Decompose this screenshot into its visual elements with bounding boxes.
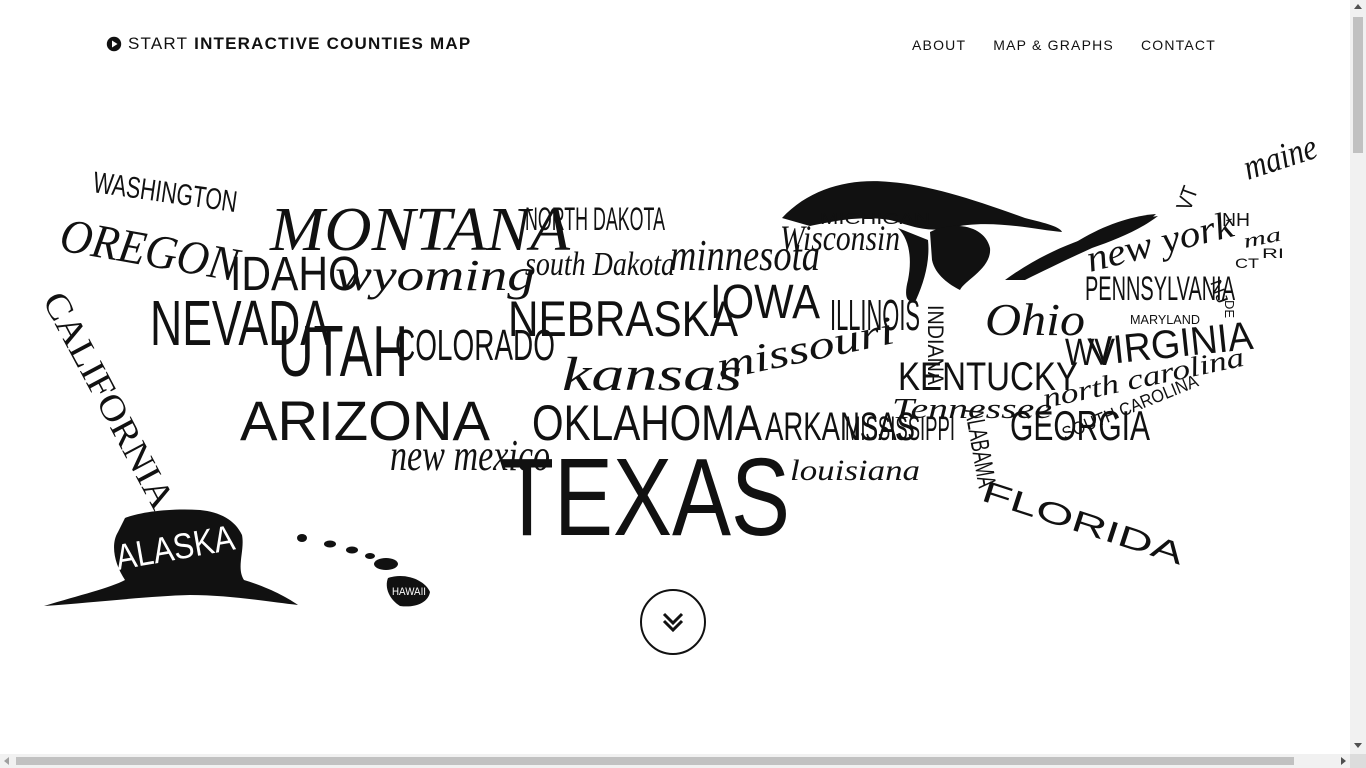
state-illinois: ILLINOIS [830,291,920,340]
state-iowa: IOWA [710,276,820,329]
brand-start-text: START [128,34,189,53]
hand-lettered-us-map: WASHINGTON OREGON CALIFORNIA IDAHO MONTA… [35,140,1322,607]
state-connecticut: CT [1235,255,1260,271]
vertical-scroll-thumb[interactable] [1353,17,1363,153]
state-washington: WASHINGTON [91,166,239,219]
state-delaware: DE [1222,300,1237,318]
state-hawaii: HAWAII [392,586,426,598]
state-oregon: OREGON [56,209,245,293]
nav-about[interactable]: ABOUT [900,37,981,53]
top-navigation-bar: START INTERACTIVE COUNTIES MAP ABOUT MAP… [0,0,1350,90]
state-vermont: VT [1171,183,1203,214]
page: START INTERACTIVE COUNTIES MAP ABOUT MAP… [0,0,1366,768]
brand-title-text: INTERACTIVE COUNTIES MAP [194,34,472,53]
horizontal-scrollbar[interactable] [0,754,1350,768]
main-nav: ABOUT MAP & GRAPHS CONTACT [900,37,1231,53]
vertical-scrollbar[interactable] [1350,0,1366,754]
start-interactive-map-link[interactable]: START INTERACTIVE COUNTIES MAP [106,34,471,54]
scroll-left-arrow-icon[interactable] [4,757,9,765]
scrollbar-corner [1350,754,1366,768]
nav-map-graphs[interactable]: MAP & GRAPHS [981,37,1129,53]
state-louisiana: louisiana [790,454,920,487]
hawaii-island-5 [374,558,398,570]
state-nebraska: NEBRASKA [508,291,739,347]
scroll-right-arrow-icon[interactable] [1341,757,1346,765]
scroll-down-arrow-icon[interactable] [1354,743,1362,748]
state-maine: maine [1238,140,1322,188]
hawaii-island-4 [365,553,375,559]
state-wyoming: wyoming [335,251,535,300]
scroll-down-button[interactable] [640,589,706,655]
hawaii-island-2 [324,540,336,548]
hawaii-island-1 [297,534,307,542]
hawaii-island-3 [346,546,358,554]
state-new-hampshire: NH [1222,210,1250,230]
state-rhode-island: RI [1262,245,1284,261]
state-florida: FLORIDA [978,475,1188,571]
horizontal-scroll-thumb[interactable] [16,757,1294,765]
state-michigan: MICHIGAN [820,211,930,228]
scroll-up-arrow-icon[interactable] [1354,4,1362,9]
state-south-dakota: south Dakota [525,246,675,283]
lake-huron-shape [930,225,991,290]
state-maryland: MARYLAND [1130,312,1200,327]
play-circle-icon [106,36,122,52]
double-chevron-down-icon [662,612,684,633]
nav-contact[interactable]: CONTACT [1129,37,1231,53]
state-mississippi: MISSISSIPPI [845,410,955,448]
state-north-dakota: NORTH DAKOTA [525,201,665,237]
state-texas: TEXAS [500,436,790,559]
state-utah: UTAH [278,312,408,392]
